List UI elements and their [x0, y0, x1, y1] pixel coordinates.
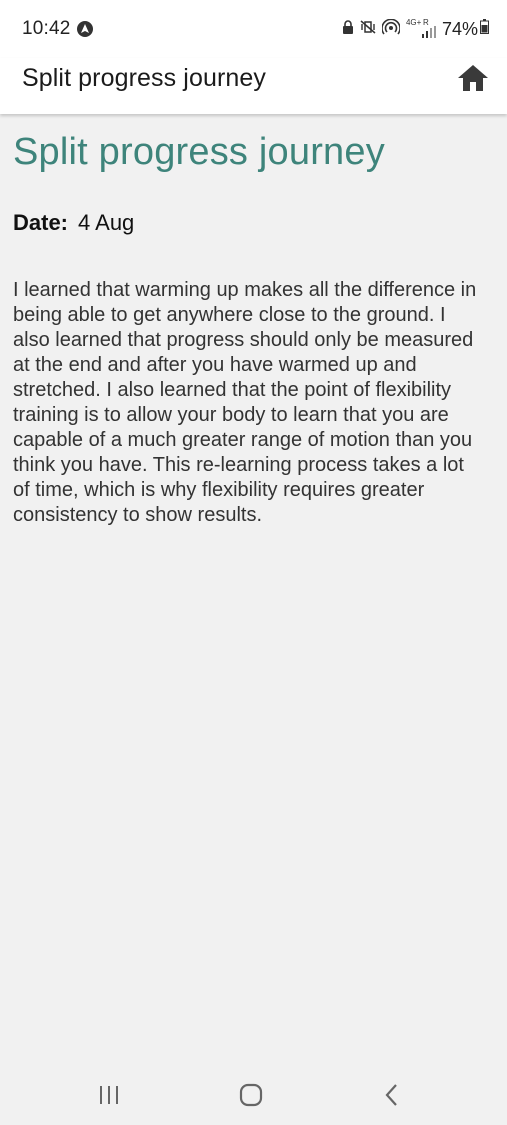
battery-percent: 74% [441, 18, 478, 39]
app-bar: Split progress journey [0, 58, 507, 114]
home-icon [457, 64, 489, 97]
back-icon [384, 1083, 400, 1112]
home-nav-button[interactable] [231, 1077, 271, 1117]
back-button[interactable] [372, 1077, 412, 1117]
journal-entry: Split progress journey Date: 4 Aug I lear… [13, 131, 491, 528]
lock-icon [342, 19, 354, 39]
recents-button[interactable] [89, 1077, 129, 1117]
entry-body: I learned that warming up makes all the … [13, 278, 477, 526]
date-row: Date: 4 Aug [13, 210, 491, 236]
date-label: Date: [13, 209, 69, 235]
home-button[interactable] [455, 62, 491, 98]
signal-icon: 4G+ R [405, 18, 436, 38]
recents-icon [98, 1085, 120, 1110]
hotspot-icon [381, 18, 401, 40]
home-circle-icon [239, 1083, 263, 1112]
status-time: 10:42 [22, 18, 71, 39]
app-bar-title: Split progress journey [22, 64, 266, 92]
date-value: 4 Aug [78, 209, 135, 235]
network-type: 4G+ [405, 18, 422, 27]
status-icons: 4G+ R 74% [336, 18, 489, 40]
app-notification-icon [77, 21, 93, 37]
status-bar: 10:42 4G+ R 74% [0, 0, 507, 58]
battery-icon [480, 19, 489, 39]
entry-title: Split progress journey [13, 131, 385, 173]
vibrate-mute-icon [360, 19, 376, 39]
system-nav-bar [0, 1065, 507, 1125]
